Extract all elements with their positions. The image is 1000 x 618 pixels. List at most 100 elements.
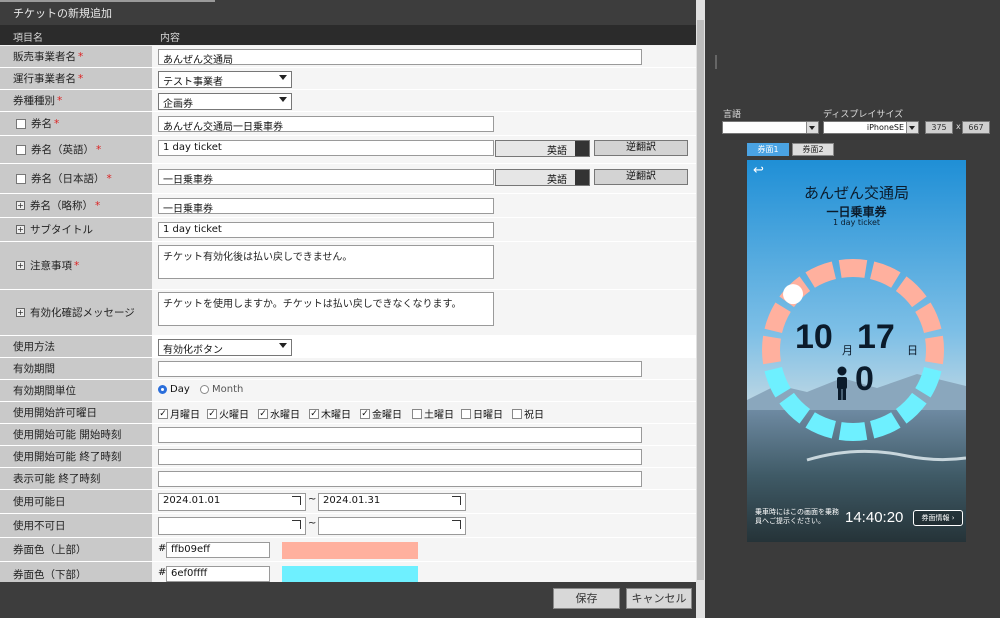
- display-end-input[interactable]: [158, 471, 642, 487]
- subtitle-label: サブタイトル: [30, 224, 93, 236]
- seller-input[interactable]: あんぜん交通局: [158, 49, 642, 65]
- radio-month-indicator[interactable]: [200, 385, 209, 394]
- row-notes: + 注意事項 * チケット有効化後は払い戻しできません。: [0, 242, 696, 290]
- expand-icon[interactable]: +: [16, 261, 25, 270]
- color-bottom-swatch[interactable]: [282, 566, 418, 583]
- usable-to-input[interactable]: 2024.01.31: [318, 493, 466, 511]
- ticket-name-en-checkbox[interactable]: [16, 144, 26, 155]
- ring-segment: [838, 422, 868, 441]
- expand-icon[interactable]: +: [16, 201, 25, 210]
- operator-value: テスト事業者: [163, 77, 223, 88]
- unusable-from-input[interactable]: [158, 517, 306, 535]
- weekday-label: 土曜日: [424, 410, 454, 421]
- required-mark: *: [96, 143, 102, 156]
- required-mark: *: [78, 50, 84, 63]
- short-name-input[interactable]: 一日乗車券: [158, 198, 494, 214]
- back-icon[interactable]: ↩: [753, 163, 764, 178]
- reverse-translate-button[interactable]: 逆翻訳: [594, 169, 688, 185]
- ticket-form-panel: チケットの新規追加 項目名 内容 販売事業者名 * あんぜん交通局 運行事業者名 *…: [0, 0, 696, 618]
- weekday-option[interactable]: ✓ 水曜日: [258, 406, 300, 421]
- notes-textarea[interactable]: チケット有効化後は払い戻しできません。: [158, 245, 494, 279]
- calendar-icon[interactable]: [452, 520, 461, 529]
- weekday-option[interactable]: 日曜日: [461, 406, 503, 421]
- radio-month[interactable]: Month: [200, 384, 243, 395]
- weekday-checkbox[interactable]: ✓: [360, 408, 370, 419]
- usable-from-value: 2024.01.01: [163, 495, 221, 506]
- validity-input[interactable]: [158, 361, 642, 377]
- operator-select[interactable]: テスト事業者: [158, 71, 292, 88]
- date-month: 10: [795, 318, 833, 356]
- passenger-count: 0: [855, 360, 874, 398]
- subtitle-input[interactable]: 1 day ticket: [158, 222, 494, 238]
- end-time-label: 使用開始可能 終了時刻: [13, 451, 122, 463]
- weekday-checkbox[interactable]: ✓: [258, 408, 268, 419]
- ticket-name-ja-lang-select[interactable]: 英語: [495, 169, 590, 186]
- language-select[interactable]: [722, 121, 819, 134]
- device-select[interactable]: iPhoneSE: [823, 121, 919, 134]
- usable-from-input[interactable]: 2024.01.01: [158, 493, 306, 511]
- weekday-label: 火曜日: [219, 410, 249, 421]
- expand-icon[interactable]: +: [16, 308, 25, 317]
- radio-day[interactable]: Day: [158, 384, 190, 395]
- required-mark: *: [95, 199, 101, 212]
- start-time-input[interactable]: [158, 427, 642, 443]
- radio-day-indicator[interactable]: [158, 385, 167, 394]
- tab-face-1[interactable]: 券面1: [747, 143, 789, 156]
- ticket-name-ja-input[interactable]: 一日乗車券: [158, 169, 494, 185]
- weekday-checkbox[interactable]: [512, 408, 522, 419]
- activate-message-textarea[interactable]: チケットを使用しますか。チケットは払い戻しできなくなります。: [158, 292, 494, 326]
- width-field[interactable]: 375: [925, 121, 953, 134]
- tab-face-2[interactable]: 券面2: [792, 143, 834, 156]
- ticket-preview: ↩ あんぜん交通局 一日乗車券 1 day ticket 10 月 17 日 0…: [747, 160, 966, 542]
- unusable-to-input[interactable]: [318, 517, 466, 535]
- weekday-checkbox[interactable]: ✓: [207, 408, 217, 419]
- device-value: iPhoneSE: [866, 123, 904, 132]
- weekday-checkbox[interactable]: ✓: [158, 408, 168, 419]
- save-button[interactable]: 保存: [553, 588, 620, 609]
- usable-dates-label: 使用可能日: [13, 496, 66, 508]
- ticket-name-input[interactable]: あんぜん交通局一日乗車券: [158, 116, 494, 132]
- ticket-name-en-lang-select[interactable]: 英語: [495, 140, 590, 157]
- weekday-option[interactable]: 祝日: [512, 406, 544, 421]
- display-end-label: 表示可能 終了時刻: [13, 473, 101, 485]
- usage-label: 使用方法: [13, 341, 55, 353]
- weekday-option[interactable]: ✓ 金曜日: [360, 406, 402, 421]
- expand-icon[interactable]: +: [16, 225, 25, 234]
- color-top-swatch[interactable]: [282, 542, 418, 559]
- weekday-option[interactable]: 土曜日: [412, 406, 454, 421]
- reverse-translate-button[interactable]: 逆翻訳: [594, 140, 688, 156]
- ticket-name-en-label: 券名（英語）: [31, 144, 94, 156]
- ticket-detail-button[interactable]: 券面情報 ›: [913, 510, 963, 526]
- usage-value: 有効化ボタン: [163, 345, 223, 356]
- scrollbar-thumb[interactable]: [697, 20, 704, 580]
- row-start-time: 使用開始可能 開始時刻: [0, 424, 696, 446]
- row-usable-dates: 使用可能日 2024.01.01 ~ 2024.01.31: [0, 490, 696, 514]
- ticket-name-label: 券名: [31, 118, 52, 130]
- form-footer: 保存 キャンセル: [0, 582, 696, 618]
- date-day: 17: [857, 318, 895, 356]
- weekday-checkbox[interactable]: ✓: [309, 408, 319, 419]
- weekday-checkbox[interactable]: [412, 408, 422, 419]
- weekday-checkbox[interactable]: [461, 408, 471, 419]
- weekday-option[interactable]: ✓ 木曜日: [309, 406, 351, 421]
- ticket-name-en-input[interactable]: 1 day ticket: [158, 140, 494, 156]
- color-bottom-input[interactable]: 6ef0ffff: [166, 566, 270, 582]
- calendar-icon[interactable]: [292, 496, 301, 505]
- color-top-input[interactable]: ffb09eff: [166, 542, 270, 558]
- ticket-name-checkbox[interactable]: [16, 118, 26, 129]
- end-time-input[interactable]: [158, 449, 642, 465]
- panel-divider: [715, 55, 717, 69]
- form-scrollbar[interactable]: [696, 0, 705, 618]
- weekday-option[interactable]: ✓ 月曜日: [158, 406, 200, 421]
- column-field-label: 項目名: [13, 33, 43, 44]
- date-day-unit: 日: [907, 344, 918, 357]
- weekday-option[interactable]: ✓ 火曜日: [207, 406, 249, 421]
- calendar-icon[interactable]: [452, 496, 461, 505]
- ticket-name-ja-checkbox[interactable]: [16, 173, 26, 184]
- usage-select[interactable]: 有効化ボタン: [158, 339, 292, 356]
- ticket-type-select[interactable]: 企画券: [158, 93, 292, 110]
- chevron-down-icon: [279, 97, 287, 102]
- cancel-button[interactable]: キャンセル: [626, 588, 692, 609]
- calendar-icon[interactable]: [292, 520, 301, 529]
- height-field[interactable]: 667: [962, 121, 990, 134]
